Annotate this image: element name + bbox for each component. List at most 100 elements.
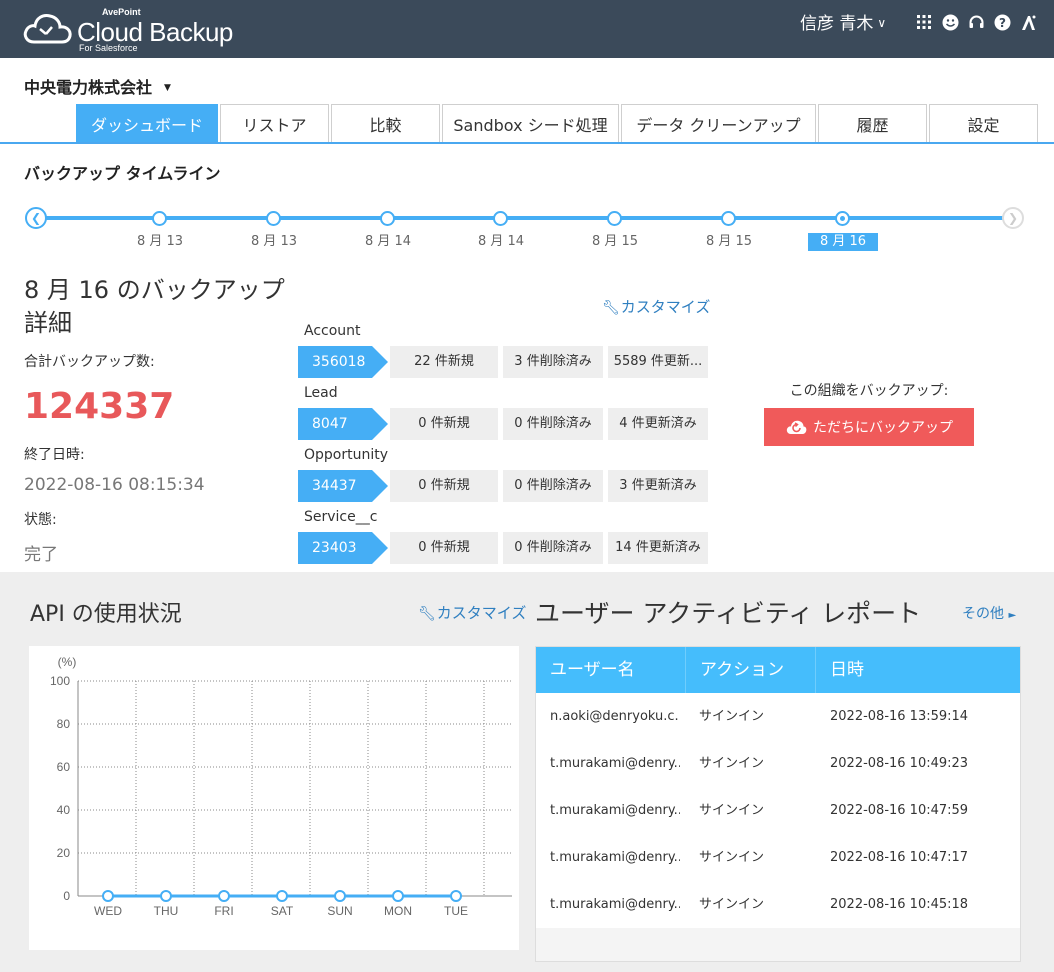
cell-action: サインイン xyxy=(699,850,765,865)
timeline-point[interactable] xyxy=(721,211,736,226)
backup-org-label: この組織をバックアップ: xyxy=(789,383,949,399)
user-menu[interactable]: 信彦 青木 ∨ xyxy=(800,9,886,34)
object-count[interactable]: 8047 xyxy=(298,408,388,440)
column-header-time[interactable]: 日時 xyxy=(815,647,1020,693)
timeline-label[interactable]: 8 月 14 xyxy=(353,233,423,251)
timeline-point[interactable] xyxy=(380,211,395,226)
tab-settings[interactable]: 設定 xyxy=(929,104,1038,142)
x-tick-label: WED xyxy=(94,904,122,918)
wrench-icon: 🔧︎ xyxy=(418,606,436,622)
headset-icon[interactable] xyxy=(966,12,986,32)
cell-action: サインイン xyxy=(699,897,765,912)
main-tabs: ダッシュボード リストア 比較 Sandbox シード処理 データ クリーンアッ… xyxy=(0,104,1054,144)
timeline-point-selected[interactable] xyxy=(835,211,850,226)
customize-detail-link[interactable]: 🔧︎カスタマイズ xyxy=(602,296,710,317)
timeline-point[interactable] xyxy=(152,211,167,226)
object-count[interactable]: 34437 xyxy=(298,470,388,502)
timeline-point[interactable] xyxy=(266,211,281,226)
top-bar: AvePoint Cloud Backup For Salesforce 信彦 … xyxy=(0,0,1054,58)
object-deleted-count[interactable]: 3 件削除済み xyxy=(503,346,603,378)
table-row: t.murakami@denry... サインイン 2022-08-16 10:… xyxy=(536,787,1020,834)
data-point xyxy=(218,890,230,902)
x-tick-label: MON xyxy=(384,904,412,918)
caret-down-icon: ▼ xyxy=(164,83,171,93)
tab-data-cleanup[interactable]: データ クリーンアップ xyxy=(621,104,816,142)
object-updated-count[interactable]: 3 件更新済み xyxy=(608,470,708,502)
data-point xyxy=(450,890,462,902)
backup-detail-title: 8 月 16 のバックアップ詳細 xyxy=(24,276,285,337)
tab-compare[interactable]: 比較 xyxy=(331,104,440,142)
object-deleted-count[interactable]: 0 件削除済み xyxy=(503,532,603,564)
cell-time: 2022-08-16 10:49:23 xyxy=(830,756,969,771)
timeline-label[interactable]: 8 月 15 xyxy=(580,233,650,251)
timeline-point[interactable] xyxy=(493,211,508,226)
object-deleted-count[interactable]: 0 件削除済み xyxy=(503,470,603,502)
api-usage-chart-panel: (%) 100 80 60 40 20 0 WED THU FRI SAT SUN MON TUE xyxy=(29,646,519,950)
cell-action: サインイン xyxy=(699,709,765,724)
data-point xyxy=(276,890,288,902)
timeline-label[interactable]: 8 月 13 xyxy=(239,233,309,251)
timeline-track xyxy=(36,216,1012,220)
cell-user: t.murakami@denry... xyxy=(550,756,680,771)
object-updated-count[interactable]: 5589 件更新... xyxy=(608,346,708,378)
customize-api-label: カスタマイズ xyxy=(436,604,527,622)
object-new-count[interactable]: 0 件新規 xyxy=(390,532,498,564)
column-header-user[interactable]: ユーザー名 xyxy=(536,647,685,693)
svg-text:?: ? xyxy=(999,16,1006,30)
object-updated-count[interactable]: 4 件更新済み xyxy=(608,408,708,440)
user-name: 信彦 青木 xyxy=(800,14,874,34)
y-tick-label: 60 xyxy=(57,760,71,774)
timeline-label-selected[interactable]: 8 月 16 xyxy=(808,233,878,251)
cell-time: 2022-08-16 10:47:59 xyxy=(830,803,969,818)
end-time-value: 2022-08-16 08:15:34 xyxy=(24,475,205,495)
timeline-label[interactable]: 8 月 13 xyxy=(125,233,195,251)
apps-grid-icon[interactable] xyxy=(914,12,934,32)
brand-sub: For Salesforce xyxy=(79,43,138,53)
data-point xyxy=(392,890,404,902)
object-name: Service__c xyxy=(304,509,378,525)
object-name: Lead xyxy=(304,385,338,401)
x-tick-label: SAT xyxy=(271,904,294,918)
object-updated-count[interactable]: 14 件更新済み xyxy=(608,532,708,564)
object-count[interactable]: 23403 xyxy=(298,532,388,564)
chevron-down-icon: ∨ xyxy=(877,16,887,30)
wrench-icon: 🔧︎ xyxy=(602,300,620,316)
help-icon[interactable]: ? xyxy=(992,12,1012,32)
object-new-count[interactable]: 22 件新規 xyxy=(390,346,498,378)
object-count[interactable]: 356018 xyxy=(298,346,388,378)
y-unit-label: (%) xyxy=(58,655,77,669)
tab-restore[interactable]: リストア xyxy=(220,104,329,142)
timeline-point[interactable] xyxy=(607,211,622,226)
timeline-label[interactable]: 8 月 14 xyxy=(466,233,536,251)
column-header-action[interactable]: アクション xyxy=(685,647,815,693)
cell-user: t.murakami@denry... xyxy=(550,803,680,818)
backup-now-button[interactable]: ただちにバックアップ xyxy=(764,408,974,446)
customize-api-link[interactable]: 🔧︎カスタマイズ xyxy=(418,602,526,623)
table-row: t.murakami@denry... サインイン 2022-08-16 10:… xyxy=(536,881,1020,928)
tab-history[interactable]: 履歴 xyxy=(818,104,927,142)
object-name: Opportunity xyxy=(304,447,389,463)
app-logo[interactable]: AvePoint Cloud Backup For Salesforce xyxy=(22,6,242,54)
more-link[interactable]: その他 ► xyxy=(962,603,1016,623)
smiley-icon[interactable] xyxy=(940,12,960,32)
total-backups-label: 合計バックアップ数: xyxy=(24,354,155,370)
cell-user: t.murakami@denry... xyxy=(550,850,680,865)
cell-user: n.aoki@denryoku.c... xyxy=(550,709,680,724)
more-label: その他 xyxy=(962,606,1004,622)
cloud-logo-icon xyxy=(23,14,72,44)
tab-sandbox-seeding[interactable]: Sandbox シード処理 xyxy=(442,104,619,142)
org-selector[interactable]: 中央電力株式会社 ▼ xyxy=(24,74,171,98)
cell-user: t.murakami@denry... xyxy=(550,897,680,912)
cell-time: 2022-08-16 13:59:14 xyxy=(830,709,969,724)
object-new-count[interactable]: 0 件新規 xyxy=(390,408,498,440)
tab-dashboard[interactable]: ダッシュボード xyxy=(76,104,218,142)
avepoint-icon[interactable] xyxy=(1018,12,1038,32)
object-name: Account xyxy=(304,323,361,339)
object-new-count[interactable]: 0 件新規 xyxy=(390,470,498,502)
timeline-label[interactable]: 8 月 15 xyxy=(694,233,764,251)
total-backups-value: 124337 xyxy=(24,386,175,427)
object-deleted-count[interactable]: 0 件削除済み xyxy=(503,408,603,440)
x-tick-label: FRI xyxy=(214,904,233,918)
timeline-next-icon[interactable]: ❯ xyxy=(1002,207,1024,229)
timeline-prev-icon[interactable]: ❮ xyxy=(25,207,47,229)
